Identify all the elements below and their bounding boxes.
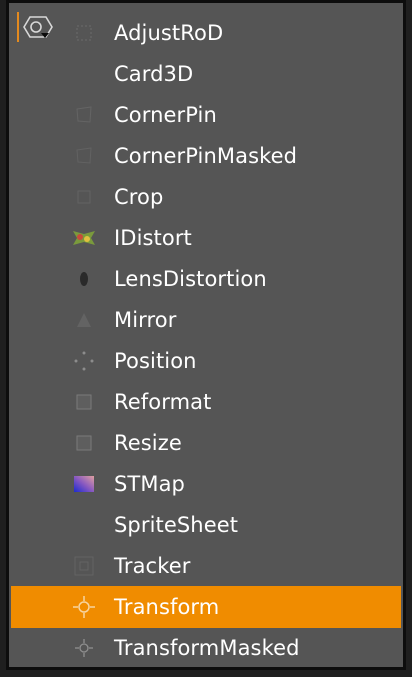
- item-label: STMap: [114, 472, 185, 496]
- menu-item-spritesheet[interactable]: SpriteSheet: [11, 504, 401, 546]
- menu-item-transformmasked[interactable]: TransformMasked: [11, 627, 401, 669]
- menu-item-card3d[interactable]: Card3D: [11, 53, 401, 95]
- menu-item-cornerpin[interactable]: CornerPin: [11, 94, 401, 136]
- menu-item-resize[interactable]: Resize: [11, 422, 401, 464]
- cornerpinmasked-icon: [71, 143, 97, 169]
- idistort-icon: [71, 225, 97, 251]
- stmap-icon: [71, 471, 97, 497]
- item-label: Crop: [114, 185, 164, 209]
- menu-item-adjustrod[interactable]: AdjustRoD: [11, 12, 401, 54]
- menu-item-mirror[interactable]: Mirror: [11, 299, 401, 341]
- item-label: Transform: [114, 595, 220, 619]
- item-label: AdjustRoD: [114, 21, 224, 45]
- menu-item-cornerpinmasked[interactable]: CornerPinMasked: [11, 135, 401, 177]
- transformmasked-icon: [71, 635, 97, 661]
- menu-item-tracker[interactable]: Tracker: [11, 545, 401, 587]
- spritesheet-icon: [71, 512, 97, 538]
- crop-icon: [71, 184, 97, 210]
- item-label: Resize: [114, 431, 182, 455]
- menu-item-transform[interactable]: Transform: [11, 586, 401, 628]
- position-icon: [71, 348, 97, 374]
- item-label: CornerPin: [114, 103, 217, 127]
- menu-item-stmap[interactable]: STMap: [11, 463, 401, 505]
- card3d-icon: [71, 61, 97, 87]
- reformat-icon: [71, 389, 97, 415]
- menu-item-crop[interactable]: Crop: [11, 176, 401, 218]
- tracker-icon: [71, 553, 97, 579]
- item-label: LensDistortion: [114, 267, 267, 291]
- cornerpin-icon: [71, 102, 97, 128]
- item-label: Card3D: [114, 62, 194, 86]
- transform-nodes-menu: AdjustRoD Card3D CornerPin CornerPinMask…: [6, 0, 406, 670]
- menu-item-idistort[interactable]: IDistort: [11, 217, 401, 259]
- item-label: CornerPinMasked: [114, 144, 298, 168]
- item-label: IDistort: [114, 226, 192, 250]
- item-label: SpriteSheet: [114, 513, 239, 537]
- item-label: Tracker: [114, 554, 191, 578]
- item-label: Position: [114, 349, 197, 373]
- item-label: Mirror: [114, 308, 177, 332]
- item-label: Reformat: [114, 390, 212, 414]
- lensdistortion-icon: [71, 266, 97, 292]
- adjustrod-icon: [71, 20, 97, 46]
- mirror-icon: [71, 307, 97, 333]
- menu-item-position[interactable]: Position: [11, 340, 401, 382]
- item-label: TransformMasked: [114, 636, 300, 660]
- resize-icon: [71, 430, 97, 456]
- transform-icon: [71, 594, 97, 620]
- menu-item-lensdistortion[interactable]: LensDistortion: [11, 258, 401, 300]
- menu-item-reformat[interactable]: Reformat: [11, 381, 401, 423]
